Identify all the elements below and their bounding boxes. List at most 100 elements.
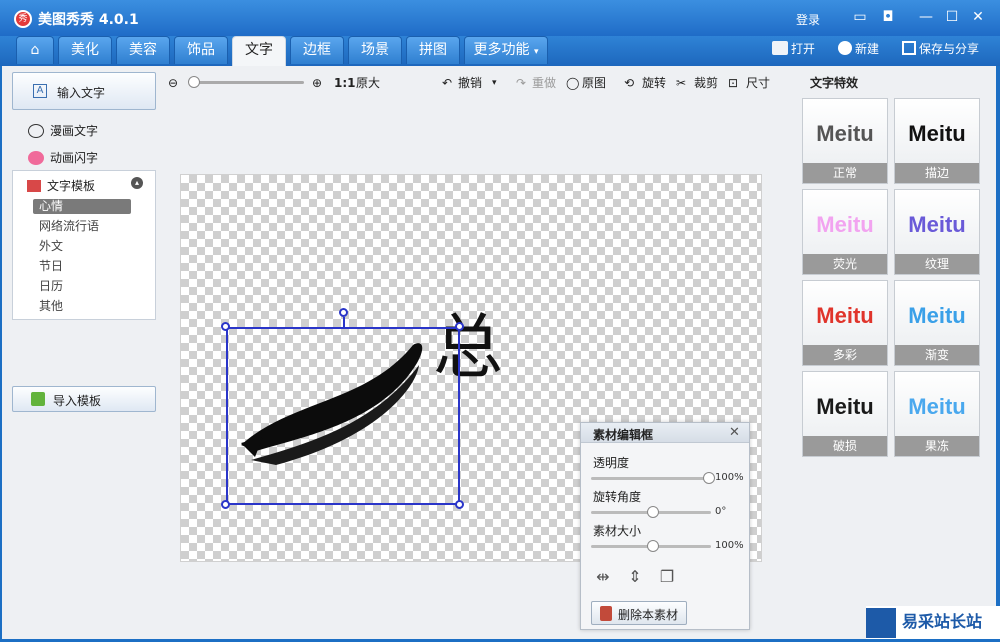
tab-beautify[interactable]: 美化	[58, 36, 112, 64]
original-image-button[interactable]: 原图	[582, 74, 606, 92]
close-icon[interactable]: ✕	[729, 425, 740, 440]
input-text-label: 输入文字	[57, 86, 106, 100]
workspace: A 输入文字 漫画文字 动画闪字 文字模板 ▴ 心情 网络流行语 外文 节日 日…	[2, 66, 996, 639]
tab-collage[interactable]: 拼图	[406, 36, 460, 64]
material-editor-header[interactable]: 素材编辑框 ✕	[581, 423, 749, 443]
tab-home[interactable]: ⌂	[16, 36, 54, 64]
zoom-out-icon[interactable]: ⊖	[168, 74, 178, 92]
rotation-slider[interactable]	[591, 506, 711, 518]
rotation-label: 旋转角度	[593, 490, 642, 504]
resize-handle-top-right[interactable]	[455, 322, 464, 331]
template-icon	[27, 180, 41, 192]
crop-icon[interactable]: ✂	[676, 74, 686, 92]
login-link[interactable]: 登录	[796, 11, 820, 28]
template-item-mood[interactable]: 心情	[33, 199, 131, 214]
tab-more-features[interactable]: 更多功能 ▾	[464, 36, 548, 64]
opacity-value: 100%	[715, 472, 744, 483]
rotate-button[interactable]: 旋转	[642, 74, 666, 92]
template-panel: 文字模板 ▴ 心情 网络流行语 外文 节日 日历 其他	[12, 170, 156, 320]
delete-material-button[interactable]: 删除本素材	[591, 601, 687, 625]
undo-button[interactable]: 撤销	[458, 74, 482, 92]
rotate-handle[interactable]	[339, 308, 348, 317]
effect-jelly[interactable]: Meitu 果冻	[894, 371, 980, 457]
copy-material-icon[interactable]: ❐	[657, 567, 677, 587]
input-text-button[interactable]: A 输入文字	[12, 72, 156, 110]
rotation-value: 0°	[715, 506, 727, 517]
tab-border[interactable]: 边框	[290, 36, 344, 64]
template-header[interactable]: 文字模板	[27, 177, 95, 194]
resize-handle-bottom-right[interactable]	[455, 500, 464, 509]
import-icon	[31, 392, 45, 406]
maximize-icon[interactable]: ☐	[944, 9, 960, 25]
import-template-button[interactable]: 导入模板	[12, 386, 156, 412]
flip-vertical-icon[interactable]: ⇕	[625, 567, 645, 587]
original-image-icon[interactable]: ◯	[566, 74, 579, 92]
effect-outline[interactable]: Meitu 描边	[894, 98, 980, 184]
rotate-icon[interactable]: ⟲	[624, 74, 634, 92]
effect-broken[interactable]: Meitu 破损	[802, 371, 888, 457]
heart-icon	[28, 151, 44, 165]
resize-handle-bottom-left[interactable]	[221, 500, 230, 509]
effect-sample-text: Meitu	[908, 121, 966, 146]
edit-toolbar: ⊖ ⊕ 1:1 原大 ↶ 撤销 ▾ ↷ 重做 ◯ 原图 ⟲ 旋转 ✂ 裁剪 ⊡ …	[162, 72, 782, 96]
new-button[interactable]: 新建	[838, 41, 879, 57]
delete-material-label: 删除本素材	[618, 608, 679, 622]
undo-dropdown-icon[interactable]: ▾	[492, 74, 497, 92]
site-watermark: 易采站长站	[866, 606, 1000, 639]
close-icon[interactable]: ✕	[970, 9, 986, 25]
size-slider-thumb[interactable]	[647, 540, 659, 552]
effect-label: 描边	[895, 163, 979, 183]
resize-icon[interactable]: ⊡	[728, 74, 738, 92]
ratio-label[interactable]: 1:1	[334, 74, 356, 92]
text-sidebar: A 输入文字 漫画文字 动画闪字 文字模板 ▴ 心情 网络流行语 外文 节日 日…	[10, 72, 158, 642]
folder-icon	[772, 41, 788, 55]
size-slider[interactable]	[591, 540, 711, 552]
effect-gradient[interactable]: Meitu 渐变	[894, 280, 980, 366]
tab-scene[interactable]: 场景	[348, 36, 402, 64]
tab-decorations[interactable]: 饰品	[174, 36, 228, 64]
template-item-foreign[interactable]: 外文	[33, 239, 131, 254]
zoom-slider-thumb[interactable]	[188, 76, 200, 88]
app-logo-icon: 秀	[14, 10, 32, 28]
redo-button[interactable]: 重做	[532, 74, 556, 92]
template-item-internet-slang[interactable]: 网络流行语	[33, 219, 131, 234]
zoom-slider[interactable]	[188, 76, 304, 88]
flip-horizontal-icon[interactable]: ⇹	[593, 567, 613, 587]
open-label: 打开	[791, 42, 816, 56]
crop-button[interactable]: 裁剪	[694, 74, 718, 92]
redo-icon[interactable]: ↷	[516, 74, 526, 92]
collapse-icon[interactable]: ▴	[131, 177, 143, 189]
app-title: 美图秀秀 4.0.1	[38, 12, 139, 28]
effect-label: 果冻	[895, 436, 979, 456]
effect-normal[interactable]: Meitu 正常	[802, 98, 888, 184]
resize-handle-top-left[interactable]	[221, 322, 230, 331]
opacity-slider-thumb[interactable]	[703, 472, 715, 484]
rotation-slider-thumb[interactable]	[647, 506, 659, 518]
animated-text-link[interactable]: 动画闪字	[28, 149, 98, 166]
effect-label: 纹理	[895, 254, 979, 274]
opacity-slider[interactable]	[591, 472, 715, 484]
comic-text-link[interactable]: 漫画文字	[28, 122, 98, 139]
effect-texture[interactable]: Meitu 纹理	[894, 189, 980, 275]
feedback-icon[interactable]: ▭	[852, 9, 868, 25]
template-item-other[interactable]: 其他	[33, 299, 131, 314]
open-button[interactable]: 打开	[772, 41, 815, 57]
effect-glow[interactable]: Meitu 荧光	[802, 189, 888, 275]
size-label: 素材大小	[593, 524, 642, 538]
skin-icon[interactable]: ◘	[880, 9, 896, 25]
template-item-holiday[interactable]: 节日	[33, 259, 131, 274]
template-item-calendar[interactable]: 日历	[33, 279, 131, 294]
selection-box[interactable]	[226, 327, 460, 505]
minimize-icon[interactable]: —	[918, 9, 934, 25]
effect-label: 荧光	[803, 254, 887, 274]
resize-button[interactable]: 尺寸	[746, 74, 770, 92]
undo-icon[interactable]: ↶	[442, 74, 452, 92]
tab-more-label: 更多功能	[473, 42, 530, 58]
zoom-in-icon[interactable]: ⊕	[312, 74, 322, 92]
save-share-button[interactable]: 保存与分享	[902, 41, 979, 57]
effect-sample-text: Meitu	[816, 212, 874, 237]
tab-text[interactable]: 文字	[232, 36, 286, 66]
tab-beauty[interactable]: 美容	[116, 36, 170, 64]
effect-colorful[interactable]: Meitu 多彩	[802, 280, 888, 366]
original-size-button[interactable]: 原大	[356, 74, 380, 92]
